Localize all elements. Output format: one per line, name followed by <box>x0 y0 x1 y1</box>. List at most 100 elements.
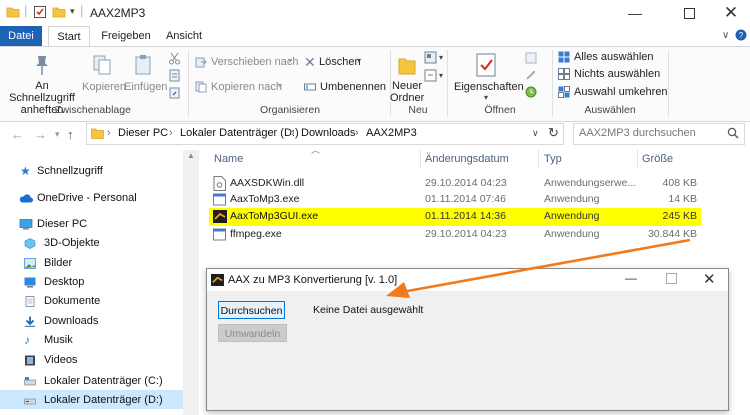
breadcrumb-downloads[interactable]: Downloads <box>301 127 355 139</box>
tab-datei[interactable]: Datei <box>0 26 42 46</box>
cut-icon[interactable] <box>168 52 181 65</box>
properties-label: Eigenschaften <box>454 81 524 93</box>
address-dropdown-icon[interactable]: ∨ <box>532 128 539 139</box>
nav-drive-c[interactable]: Lokaler Datenträger (C:) <box>0 372 184 391</box>
column-name[interactable]: Name <box>214 153 243 165</box>
nav-label: Lokaler Datenträger (C:) <box>44 375 163 387</box>
nav-label: Dieser PC <box>37 218 88 230</box>
aax-app-icon <box>211 274 224 286</box>
column-date[interactable]: Änderungsdatum <box>425 153 509 165</box>
browse-button[interactable]: Durchsuchen <box>218 301 285 319</box>
nav-label: Downloads <box>44 315 99 327</box>
refresh-icon[interactable]: ↻ <box>548 125 559 141</box>
copy-path-icon[interactable] <box>168 69 181 82</box>
file-name: ffmpeg.exe <box>230 228 282 240</box>
paste-button[interactable]: Einfügen <box>124 50 167 102</box>
select-none-label: Nichts auswählen <box>574 68 661 80</box>
nav-downloads[interactable]: Downloads <box>0 312 184 331</box>
nav-onedrive[interactable]: OneDrive - Personal <box>0 189 177 208</box>
easy-access-icon[interactable] <box>424 69 437 82</box>
copy-to-button[interactable]: Kopieren nach ▾ <box>195 81 300 95</box>
quick-access-dropdown-icon[interactable]: ▾ <box>70 6 75 17</box>
nav-label: Lokaler Datenträger (D:) <box>44 394 163 406</box>
paste-icon <box>135 55 151 75</box>
new-folder-button[interactable]: Neuer Ordner <box>390 50 424 104</box>
minimize-button[interactable]: — <box>612 0 658 26</box>
pin-icon <box>36 56 48 75</box>
table-row-highlighted[interactable]: AaxToMp3GUI.exe 01.11.2014 14:36 Anwendu… <box>209 208 701 226</box>
nav-quick-access[interactable]: ★ Schnellzugriff <box>0 162 177 181</box>
new-folder-quick-icon[interactable] <box>52 5 66 19</box>
nav-label: Desktop <box>44 276 85 288</box>
dll-file-icon <box>213 176 226 191</box>
recent-locations-dropdown-icon[interactable]: ▾ <box>55 129 60 140</box>
new-item-dropdown-icon[interactable]: ▾ <box>439 53 443 62</box>
table-row[interactable]: AaxToMp3.exe 01.11.2014 07:46 Anwendung … <box>209 191 701 209</box>
dialog-title: AAX zu MP3 Konvertierung [v. 1.0] <box>228 274 398 286</box>
up-arrow-icon[interactable]: ↑ <box>67 127 74 142</box>
delete-label: Löschen <box>319 56 361 68</box>
properties-button[interactable]: Eigenschaften ▾ <box>452 50 524 102</box>
scroll-up-icon[interactable]: ▲ <box>187 151 195 160</box>
nav-pictures[interactable]: Bilder <box>0 254 184 273</box>
delete-button[interactable]: ✕ Löschen ▾ <box>304 54 370 70</box>
nav-this-pc[interactable]: Dieser PC <box>0 215 177 234</box>
file-name: AaxToMp3.exe <box>230 193 300 205</box>
nav-documents[interactable]: Dokumente <box>0 292 184 311</box>
select-none-button[interactable]: Nichts auswählen <box>558 68 664 82</box>
nav-drive-d[interactable]: Lokaler Datenträger (D:) <box>0 391 184 410</box>
cloud-icon <box>19 194 33 203</box>
breadcrumb-this-pc[interactable]: Dieser PC <box>118 127 168 139</box>
group-open-label: Öffnen <box>484 104 516 116</box>
move-to-button[interactable]: Verschieben nach ▾ <box>195 56 300 70</box>
new-folder-icon <box>398 58 416 75</box>
tab-ansicht[interactable]: Ansicht <box>160 26 208 46</box>
copy-label: Kopieren <box>82 81 127 93</box>
column-type[interactable]: Typ <box>544 153 562 165</box>
breadcrumb-drive-d[interactable]: Lokaler Datenträger (D:) <box>180 127 299 139</box>
pin-to-quick-access-button[interactable]: An Schnellzugriff anheften <box>4 50 80 116</box>
forward-arrow-icon[interactable]: → <box>34 127 47 142</box>
back-arrow-icon[interactable]: ← <box>11 127 24 142</box>
select-all-button[interactable]: Alles auswählen <box>558 51 664 65</box>
column-size[interactable]: Größe <box>642 153 673 165</box>
file-date: 01.11.2014 07:46 <box>425 193 506 205</box>
tab-freigeben[interactable]: Freigeben <box>98 26 154 46</box>
nav-videos[interactable]: Videos <box>0 351 184 370</box>
edit-icon[interactable] <box>525 69 537 81</box>
open-icon[interactable] <box>525 52 537 64</box>
exe-file-icon <box>213 193 226 206</box>
copy-button[interactable]: Kopieren <box>82 50 126 102</box>
new-folder-label-line1: Neuer <box>392 80 422 92</box>
ribbon-collapse-icon[interactable]: ∨ <box>722 30 729 41</box>
tab-start[interactable]: Start <box>48 26 90 47</box>
help-icon[interactable]: ? <box>735 29 747 41</box>
easy-access-dropdown-icon[interactable]: ▾ <box>439 71 443 80</box>
rename-icon <box>304 83 316 91</box>
close-button[interactable]: ✕ <box>708 0 750 26</box>
invert-selection-icon <box>558 86 570 98</box>
svg-text:?: ? <box>739 31 744 40</box>
select-none-icon <box>558 68 570 80</box>
history-icon[interactable] <box>525 86 537 98</box>
paste-shortcut-icon[interactable] <box>168 86 181 99</box>
search-icon[interactable] <box>727 127 739 139</box>
convert-button[interactable]: Umwandeln <box>218 324 287 342</box>
new-item-icon[interactable] <box>424 51 437 64</box>
nav-music[interactable]: ♪ Musik <box>0 331 184 350</box>
properties-check-icon[interactable] <box>33 5 47 19</box>
address-folder-icon <box>91 128 104 139</box>
nav-label: Bilder <box>44 257 73 269</box>
nav-scrollbar[interactable] <box>183 150 199 415</box>
copy-to-label: Kopieren nach <box>211 81 282 93</box>
nav-3d-objects[interactable]: 3D-Objekte <box>0 234 184 253</box>
search-input[interactable]: AAX2MP3 durchsuchen <box>579 127 696 139</box>
breadcrumb-aax2mp3[interactable]: AAX2MP3 <box>366 127 417 139</box>
invert-selection-button[interactable]: Auswahl umkehren <box>558 86 668 100</box>
rename-button[interactable]: Umbenennen <box>304 81 386 95</box>
aax-app-icon <box>213 210 227 223</box>
documents-icon <box>25 296 35 307</box>
film-icon <box>25 355 35 366</box>
nav-desktop[interactable]: Desktop <box>0 273 184 292</box>
maximize-button[interactable] <box>666 0 712 26</box>
